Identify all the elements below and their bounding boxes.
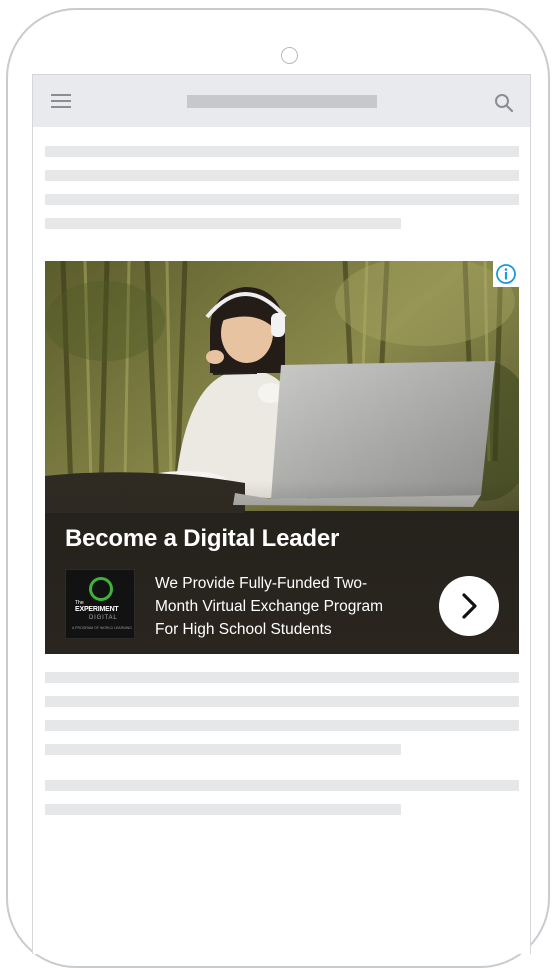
text-placeholder-line	[45, 744, 401, 755]
text-placeholder-line	[45, 804, 401, 815]
logo-text: EXPERIMENT	[75, 606, 119, 613]
text-placeholder-line	[45, 696, 519, 707]
search-icon[interactable]	[493, 92, 515, 114]
ad-body-text[interactable]: We Provide Fully-Funded Two- Month Virtu…	[155, 572, 425, 641]
logo-text: DIGITAL	[89, 615, 118, 621]
text-placeholder-line	[45, 170, 519, 181]
ad-body-line: We Provide Fully-Funded Two-	[155, 575, 368, 592]
text-placeholder-line	[45, 720, 519, 731]
logo-text: A PROGRAM OF WORLD LEARNING	[72, 626, 132, 630]
text-placeholder-line	[45, 218, 401, 229]
hamburger-menu-icon[interactable]	[51, 94, 71, 108]
info-icon[interactable]	[493, 261, 519, 287]
ad-body-line: For High School Students	[155, 621, 332, 638]
text-placeholder-line	[45, 780, 519, 791]
logo-ring-icon	[89, 577, 113, 601]
phone-screen: Become a Digital Leader The EXPERIMENT D…	[32, 74, 531, 954]
ad-headline[interactable]: Become a Digital Leader	[65, 525, 339, 553]
text-placeholder-line	[45, 672, 519, 683]
text-placeholder-line	[45, 194, 519, 205]
top-bar	[33, 75, 530, 127]
title-placeholder	[187, 95, 377, 108]
ad-body-line: Month Virtual Exchange Program	[155, 598, 384, 615]
phone-camera	[281, 47, 298, 64]
advertiser-logo[interactable]: The EXPERIMENT DIGITAL A PROGRAM OF WORL…	[65, 569, 135, 639]
ad-unit[interactable]: Become a Digital Leader The EXPERIMENT D…	[45, 261, 519, 654]
text-placeholder-line	[45, 146, 519, 157]
cta-button[interactable]	[439, 576, 499, 636]
chevron-right-icon	[462, 593, 477, 619]
